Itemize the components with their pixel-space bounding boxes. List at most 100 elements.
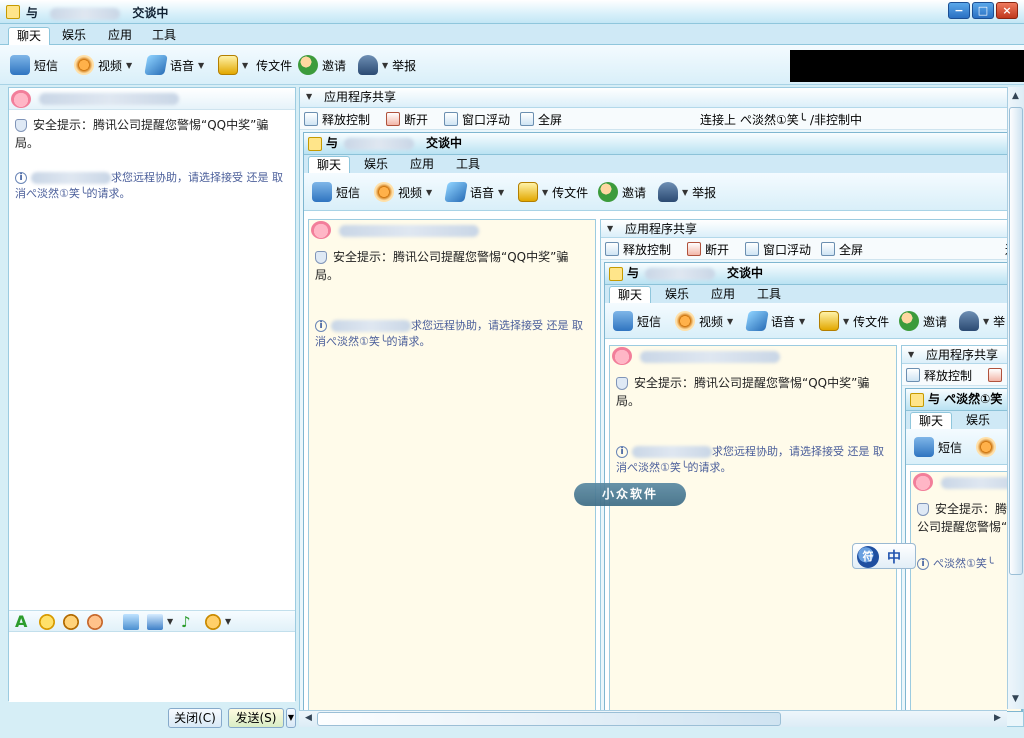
- fullscreen-button[interactable]: 全屏: [520, 110, 562, 128]
- report-label: 举报: [392, 58, 417, 73]
- dropdown-arrow-icon[interactable]: ▼: [225, 617, 231, 626]
- screenshot-icon[interactable]: [147, 614, 163, 630]
- sms-button[interactable]: 短信: [613, 309, 661, 333]
- collapse-arrow-icon[interactable]: ▼: [908, 346, 914, 364]
- gift-icon[interactable]: [205, 614, 221, 630]
- video-button[interactable]: [976, 435, 996, 459]
- release-control-button[interactable]: 释放控制: [304, 110, 370, 128]
- report-button[interactable]: ▼ 举报: [658, 180, 716, 204]
- tab-apps[interactable]: 应用: [703, 286, 743, 304]
- dropdown-arrow-icon[interactable]: ▼: [242, 61, 248, 70]
- close-chat-button[interactable]: 关闭(C): [168, 708, 222, 728]
- disconnect-button[interactable]: 断开: [687, 240, 729, 258]
- invite-button[interactable]: 邀请: [298, 53, 346, 77]
- scroll-left-arrow-icon[interactable]: ◀: [301, 711, 316, 726]
- release-control-button[interactable]: 释放控制: [605, 240, 671, 258]
- dropdown-arrow-icon[interactable]: ▼: [126, 61, 132, 70]
- tab-tools[interactable]: 工具: [448, 156, 488, 174]
- dropdown-arrow-icon[interactable]: ▼: [498, 188, 504, 197]
- voice-button[interactable]: 语音 ▼: [745, 309, 805, 333]
- scroll-up-arrow-icon[interactable]: ▲: [1008, 89, 1023, 104]
- collapse-arrow-icon[interactable]: ▼: [306, 88, 312, 106]
- vertical-scrollbar[interactable]: ▲ ▼: [1007, 87, 1024, 709]
- tab-entertainment[interactable]: 娱乐: [356, 156, 396, 174]
- avatar[interactable]: [11, 90, 31, 108]
- tab-apps[interactable]: 应用: [402, 156, 442, 174]
- tab-entertainment[interactable]: 娱乐: [657, 286, 697, 304]
- disconnect-button[interactable]: 断开: [386, 110, 428, 128]
- float-window-button[interactable]: 窗口浮动: [745, 240, 811, 258]
- tab-entertainment[interactable]: 娱乐: [958, 412, 998, 430]
- tab-tools[interactable]: 工具: [144, 27, 184, 45]
- send-button[interactable]: 发送(S): [228, 708, 284, 728]
- music-icon[interactable]: ♪: [181, 614, 197, 630]
- invite-button[interactable]: 邀请: [899, 309, 947, 333]
- security-tip-text: 安全提示：腾讯公司提醒您警惕“QQ中奖”骗局。: [315, 250, 569, 282]
- invite-label: 邀请: [322, 58, 347, 73]
- send-file-button[interactable]: ▼ 传文件: [218, 53, 292, 77]
- scroll-right-arrow-icon[interactable]: ▶: [990, 711, 1005, 726]
- dropdown-arrow-icon[interactable]: ▼: [727, 317, 733, 326]
- dropdown-arrow-icon[interactable]: ▼: [382, 61, 388, 70]
- vertical-scroll-thumb[interactable]: [1009, 107, 1023, 575]
- scroll-down-arrow-icon[interactable]: ▼: [1008, 692, 1023, 707]
- sms-button[interactable]: 短信: [10, 53, 58, 77]
- voice-button[interactable]: 语音 ▼: [444, 180, 504, 204]
- shared-screen-level-3[interactable]: 与 ぺ淡然①笑 聊天 娱乐 短信 安全提示：腾讯公司提醒您警惕“QQ i ぺ淡然…: [905, 388, 1021, 711]
- tab-tools[interactable]: 工具: [749, 286, 789, 304]
- message-area[interactable]: 安全提示：腾讯公司提醒您警惕“QQ中奖”骗局。 i 求您远程协助，请选择接受 还是…: [9, 110, 295, 610]
- dropdown-arrow-icon[interactable]: ▼: [542, 188, 548, 197]
- float-window-button[interactable]: 窗口浮动: [444, 110, 510, 128]
- image-icon[interactable]: [123, 614, 139, 630]
- tab-entertainment[interactable]: 娱乐: [54, 27, 94, 45]
- close-window-button[interactable]: ×: [996, 2, 1018, 19]
- horizontal-scrollbar[interactable]: ◀ ▶: [299, 710, 1007, 727]
- chat-window-icon: [609, 267, 623, 281]
- invite-button[interactable]: 邀请: [598, 180, 646, 204]
- dropdown-arrow-icon[interactable]: ▼: [983, 317, 989, 326]
- tab-apps[interactable]: 应用: [100, 27, 140, 45]
- scribble-icon[interactable]: [87, 614, 103, 630]
- ime-indicator[interactable]: 符 中: [852, 543, 916, 569]
- dropdown-arrow-icon[interactable]: ▼: [799, 317, 805, 326]
- collapse-arrow-icon[interactable]: ▼: [607, 220, 613, 238]
- magic-face-icon[interactable]: [63, 614, 79, 630]
- shared-screen-level-1[interactable]: 与 交谈中 聊天 娱乐 应用 工具 短信 视频 ▼ 语音 ▼ ▼ 传文件 邀请 ▼ 举报…: [303, 132, 1023, 712]
- tab-chat[interactable]: 聊天: [308, 156, 351, 174]
- video-button[interactable]: 视频 ▼: [374, 180, 432, 204]
- dropdown-arrow-icon[interactable]: ▼: [682, 188, 688, 197]
- tab-chat[interactable]: 聊天: [609, 286, 652, 304]
- redacted-requester: [31, 172, 111, 184]
- send-file-label: 传文件: [256, 58, 293, 73]
- maximize-button[interactable]: □: [972, 2, 994, 19]
- security-tip-text: 安全提示：腾讯公司提醒您警惕“QQ中奖”骗局。: [616, 376, 870, 408]
- fullscreen-button[interactable]: 全屏: [821, 240, 863, 258]
- video-button[interactable]: 视频 ▼: [675, 309, 733, 333]
- redacted-requester: [331, 320, 411, 332]
- dropdown-arrow-icon[interactable]: ▼: [426, 188, 432, 197]
- dropdown-arrow-icon[interactable]: ▼: [198, 61, 204, 70]
- sms-button[interactable]: 短信: [914, 435, 962, 459]
- dropdown-arrow-icon[interactable]: ▼: [843, 317, 849, 326]
- tab-chat[interactable]: 聊天: [8, 27, 51, 45]
- message-input[interactable]: [9, 632, 295, 702]
- report-button[interactable]: ▼ 举: [959, 309, 1005, 333]
- minimize-button[interactable]: −: [948, 2, 970, 19]
- horizontal-scroll-thumb[interactable]: [317, 712, 781, 726]
- font-icon[interactable]: A: [15, 614, 31, 630]
- voice-button[interactable]: 语音 ▼: [144, 53, 204, 77]
- report-button[interactable]: ▼ 举报: [358, 53, 416, 77]
- sms-button[interactable]: 短信: [312, 180, 360, 204]
- send-file-button[interactable]: ▼ 传文件: [819, 309, 889, 333]
- tab-chat[interactable]: 聊天: [910, 412, 953, 430]
- send-options-arrow[interactable]: ▼: [286, 708, 296, 728]
- send-file-button[interactable]: ▼ 传文件: [518, 180, 588, 204]
- info-icon: i: [917, 558, 929, 570]
- smiley-icon[interactable]: [39, 614, 55, 630]
- info-icon: i: [15, 172, 27, 184]
- release-label: 释放控制: [322, 112, 371, 127]
- disconnect-button[interactable]: [988, 366, 1002, 384]
- release-control-button[interactable]: 释放控制: [906, 366, 972, 384]
- video-button[interactable]: 视频 ▼: [74, 53, 132, 77]
- dropdown-arrow-icon[interactable]: ▼: [167, 617, 173, 626]
